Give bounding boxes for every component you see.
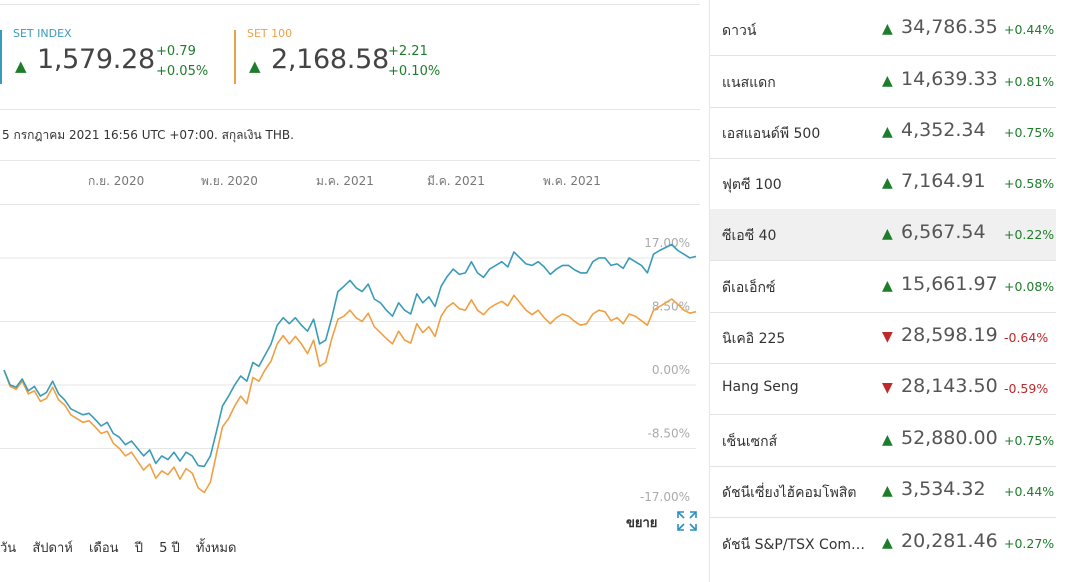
- market-row-dax[interactable]: ดีเอเอ็กซ์ ▲ 15,661.97 +0.08%: [710, 261, 1056, 313]
- x-tick-label: มี.ค. 2021: [427, 174, 485, 188]
- divider: [0, 160, 700, 161]
- market-name: ฟุตซี 100: [722, 177, 782, 193]
- market-price: 15,661.97: [901, 273, 998, 295]
- market-name: เซ็นเซกส์: [722, 434, 778, 450]
- market-change: +0.75%: [1004, 125, 1055, 140]
- index-change: +0.79 +0.05%: [156, 42, 208, 82]
- market-price: 3,534.32: [901, 478, 986, 500]
- y-tick-label: -17.00%: [640, 490, 690, 504]
- range-selector: วัน สัปดาห์ เดือน ปี 5 ปี ทั้งหมด: [0, 537, 248, 558]
- market-row-dow[interactable]: ดาวน์ ▲ 34,786.35 +0.44%: [710, 4, 1056, 56]
- market-change: -0.59%: [1004, 381, 1049, 396]
- market-name: ดัชนี S&P/TSX Com…: [722, 537, 866, 553]
- divider: [0, 4, 700, 5]
- market-name: Hang Seng: [722, 379, 799, 395]
- up-arrow-icon: ▲: [882, 535, 893, 551]
- range-year[interactable]: ปี: [135, 541, 143, 556]
- market-change: +0.58%: [1004, 176, 1055, 191]
- timestamp-note: 5 กรกฎาคม 2021 16:56 UTC +07:00. สกุลเงิ…: [2, 128, 294, 142]
- market-name: ดาวน์: [722, 23, 757, 39]
- range-all[interactable]: ทั้งหมด: [196, 541, 237, 556]
- market-price: 14,639.33: [901, 68, 998, 90]
- x-tick-label: ก.ย. 2020: [88, 174, 145, 188]
- market-name: นิเคอิ 225: [722, 331, 786, 347]
- index-change-pct: +0.05%: [156, 64, 209, 79]
- series-color-bar: [0, 30, 2, 84]
- y-tick-label: -8.50%: [648, 427, 690, 441]
- market-row-sensex[interactable]: เซ็นเซกส์ ▲ 52,880.00 +0.75%: [710, 415, 1056, 467]
- market-price: 52,880.00: [901, 427, 998, 449]
- markets-list: ดาวน์ ▲ 34,786.35 +0.44% แนสแดก ▲ 14,639…: [710, 0, 1071, 582]
- market-name: เอสแอนด์พี 500: [722, 126, 821, 142]
- up-arrow-icon: ▲: [882, 432, 893, 448]
- market-price: 34,786.35: [901, 16, 998, 38]
- expand-icon[interactable]: [676, 510, 698, 532]
- market-change: +0.27%: [1004, 536, 1055, 551]
- index-value: 1,579.28: [37, 44, 155, 75]
- market-row-nasdaq[interactable]: แนสแดก ▲ 14,639.33 +0.81%: [710, 56, 1056, 108]
- chart-panel: SET INDEX ▲ 1,579.28 +0.79 +0.05% SET 10…: [0, 0, 700, 582]
- x-tick-label: พ.ค. 2021: [543, 174, 601, 188]
- range-5year[interactable]: 5 ปี: [159, 541, 180, 556]
- x-tick-label: พ.ย. 2020: [201, 174, 258, 188]
- up-arrow-icon: ▲: [15, 57, 27, 75]
- line-chart: 17.00% 8.50% 0.00% -8.50% -17.00%: [0, 236, 697, 504]
- down-arrow-icon: ▼: [882, 329, 893, 345]
- up-arrow-icon: ▲: [249, 57, 261, 75]
- market-price: 7,164.91: [901, 170, 986, 192]
- range-day[interactable]: วัน: [0, 541, 16, 556]
- market-row-shanghai[interactable]: ดัชนีเซี่ยงไฮ้คอมโพสิต ▲ 3,534.32 +0.44%: [710, 466, 1056, 518]
- index-value: 2,168.58: [271, 44, 389, 75]
- x-tick-label: ม.ค. 2021: [316, 174, 374, 188]
- market-change: +0.22%: [1004, 227, 1055, 242]
- market-price: 4,352.34: [901, 119, 986, 141]
- up-arrow-icon: ▲: [882, 483, 893, 499]
- up-arrow-icon: ▲: [882, 226, 893, 242]
- index-change: +2.21 +0.10%: [388, 42, 440, 82]
- market-name: ดัชนีเซี่ยงไฮ้คอมโพสิต: [722, 485, 857, 501]
- index-change-abs: +2.21: [388, 44, 428, 59]
- up-arrow-icon: ▲: [882, 278, 893, 294]
- market-change: +0.81%: [1004, 74, 1055, 89]
- down-arrow-icon: ▼: [882, 380, 893, 396]
- up-arrow-icon: ▲: [882, 124, 893, 140]
- market-name: ดีเอเอ็กซ์: [722, 280, 776, 296]
- index-change-abs: +0.79: [156, 44, 196, 59]
- market-name: ซีเอซี 40: [722, 228, 777, 244]
- expand-button[interactable]: ขยาย: [626, 512, 657, 533]
- series-color-bar: [234, 30, 236, 84]
- market-change: -0.64%: [1004, 330, 1049, 345]
- index-name: SET INDEX: [13, 27, 72, 40]
- market-price: 20,281.46: [901, 530, 998, 552]
- market-change: +0.08%: [1004, 279, 1055, 294]
- market-row-sp500[interactable]: เอสแอนด์พี 500 ▲ 4,352.34 +0.75%: [710, 107, 1056, 159]
- market-row-ftse100[interactable]: ฟุตซี 100 ▲ 7,164.91 +0.58%: [710, 158, 1056, 210]
- range-week[interactable]: สัปดาห์: [32, 541, 73, 556]
- market-row-tsx[interactable]: ดัชนี S&P/TSX Com… ▲ 20,281.46 +0.27%: [710, 518, 1056, 569]
- market-row-nikkei225[interactable]: นิเคอิ 225 ▼ 28,598.19 -0.64%: [710, 312, 1056, 364]
- range-month[interactable]: เดือน: [89, 541, 119, 556]
- y-tick-label: 0.00%: [652, 363, 690, 377]
- y-tick-label: 17.00%: [644, 236, 690, 250]
- market-change: +0.44%: [1004, 22, 1055, 37]
- market-price: 28,143.50: [901, 375, 998, 397]
- market-row-hangseng[interactable]: Hang Seng ▼ 28,143.50 -0.59%: [710, 363, 1056, 415]
- y-tick-label: 8.50%: [652, 300, 690, 314]
- index-name: SET 100: [247, 27, 293, 40]
- market-name: แนสแดก: [722, 75, 776, 91]
- up-arrow-icon: ▲: [882, 73, 893, 89]
- market-price: 28,598.19: [901, 324, 998, 346]
- market-change: +0.44%: [1004, 484, 1055, 499]
- divider: [0, 109, 700, 110]
- up-arrow-icon: ▲: [882, 175, 893, 191]
- market-price: 6,567.54: [901, 221, 986, 243]
- index-change-pct: +0.10%: [388, 64, 441, 79]
- series-line-set100: [3, 294, 697, 494]
- market-change: +0.75%: [1004, 433, 1055, 448]
- market-row-cac40[interactable]: ซีเอซี 40 ▲ 6,567.54 +0.22%: [710, 209, 1056, 261]
- up-arrow-icon: ▲: [882, 21, 893, 37]
